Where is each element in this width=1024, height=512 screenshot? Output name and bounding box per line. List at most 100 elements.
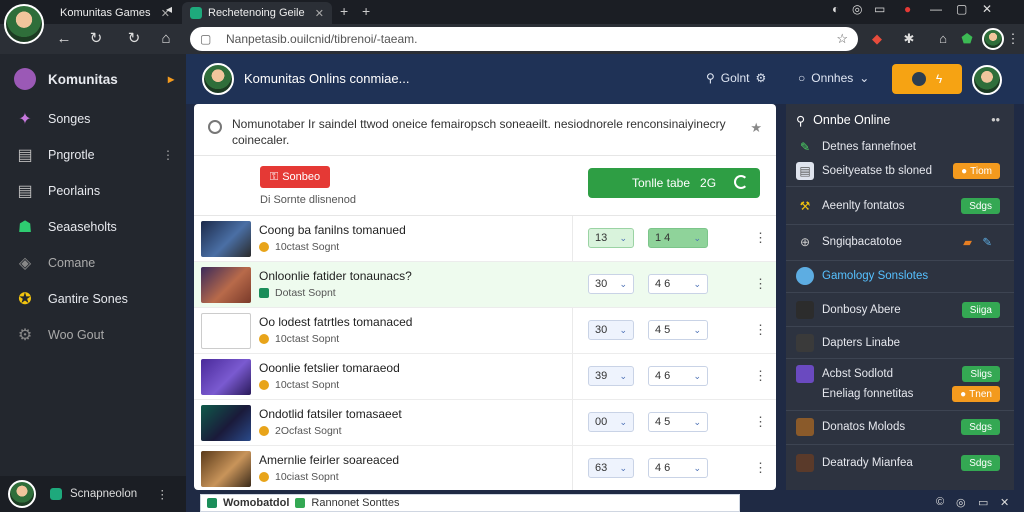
row-more-icon[interactable]: ⋮: [754, 230, 767, 246]
row-title[interactable]: Amernlie feirler soareaced: [259, 453, 399, 467]
count-select[interactable]: 30 ⌄: [588, 274, 634, 294]
status-badge[interactable]: Sdgs: [961, 455, 1000, 471]
shield-icon[interactable]: ⬟: [958, 30, 976, 48]
level-select[interactable]: 4 6 ⌄: [648, 274, 708, 294]
online-dropdown[interactable]: ○ Onnhes ⌄: [798, 71, 869, 85]
maximize-icon[interactable]: ▢: [956, 2, 967, 16]
row-more-icon[interactable]: ⋮: [754, 322, 767, 338]
pin-icon[interactable]: ⌂: [934, 30, 952, 48]
count-select[interactable]: 63 ⌄: [588, 458, 634, 478]
chevron-right-icon[interactable]: ▸: [168, 72, 174, 86]
minimize-icon[interactable]: —: [930, 2, 942, 16]
table-row[interactable]: Ondotlid fatsiler tomasaeet 2Ocfast Sogn…: [194, 400, 776, 446]
row-title[interactable]: Coong ba fanilns tomanued: [259, 223, 406, 237]
list-item[interactable]: Eneliag fonnetitas ● Tnen: [786, 384, 1014, 404]
reload-icon[interactable]: ↻: [124, 29, 144, 49]
sidebar-item-peorlains[interactable]: ▤ Peorlains: [0, 174, 186, 208]
row-title[interactable]: Onloonlie fatider tonaunacs?: [259, 269, 412, 283]
cast-icon[interactable]: ▭: [874, 2, 885, 16]
list-item[interactable]: ⊕ Sngiqbacatotoe ▰ ✎: [786, 230, 1014, 254]
table-row[interactable]: Amernlie feirler soareaced 10ciast Sopnt…: [194, 446, 776, 490]
search-icon[interactable]: ⚲: [796, 113, 805, 128]
wrench-icon[interactable]: ✎: [982, 235, 992, 249]
list-item-link[interactable]: Gamology Sonslotes: [786, 264, 1014, 288]
account-avatar[interactable]: [982, 28, 1004, 50]
search-button[interactable]: ⚲ Golnt ⚙: [706, 71, 766, 85]
footer-label[interactable]: Scnapneolon: [70, 488, 137, 500]
record-icon[interactable]: ●: [904, 2, 911, 16]
item-label[interactable]: Gamology Sonslotes: [822, 270, 928, 282]
tab-komunitas-games[interactable]: Komunitas Games ✕: [52, 2, 178, 24]
sidebar-item-seaaseholts[interactable]: ☗ Seaaseholts: [0, 210, 186, 244]
table-row[interactable]: Oo lodest fatrtles tomanaced 10ctast Sop…: [194, 308, 776, 354]
new-tab-plus-icon[interactable]: +: [340, 3, 348, 19]
community-avatar[interactable]: [202, 63, 234, 95]
more-vertical-icon[interactable]: ⋮: [162, 148, 174, 162]
row-more-icon[interactable]: ⋮: [754, 368, 767, 384]
count-select[interactable]: 00 ⌄: [588, 412, 634, 432]
count-select[interactable]: 39 ⌄: [588, 366, 634, 386]
help-icon[interactable]: ◎: [956, 496, 966, 509]
list-item[interactable]: Donatos Molods Sdgs: [786, 416, 1014, 438]
user-avatar[interactable]: [8, 480, 36, 508]
level-select[interactable]: 1 4 ⌄: [648, 228, 708, 248]
close-window-icon[interactable]: ✕: [982, 2, 992, 16]
level-select[interactable]: 4 5 ⌄: [648, 320, 708, 340]
more-horizontal-icon[interactable]: ••: [991, 113, 1000, 127]
pin-star-icon[interactable]: ★: [750, 120, 762, 136]
add-tab-plus-icon[interactable]: +: [362, 3, 370, 19]
site-info-icon[interactable]: ▢: [200, 32, 214, 46]
table-row[interactable]: Onloonlie fatider tonaunacs? Dotast Sopn…: [194, 262, 776, 308]
table-row[interactable]: Ooonlie fetslier tomaraeod 10ctast Sopnt…: [194, 354, 776, 400]
home-icon[interactable]: ⌂: [156, 29, 176, 49]
menu-kebab-icon[interactable]: ⋮: [1004, 30, 1022, 48]
url-text[interactable]: Nanpetasib.ouilcnid/tibrenoi/-taeam.: [226, 32, 836, 46]
sidebar-item-comane[interactable]: ◈ Comane: [0, 246, 186, 280]
close-icon[interactable]: ✕: [315, 7, 324, 20]
row-title[interactable]: Oo lodest fatrtles tomanaced: [259, 315, 412, 329]
reload-icon[interactable]: ↻: [86, 29, 106, 49]
list-item[interactable]: Donbosy Abere Siiga: [786, 298, 1014, 322]
count-select[interactable]: 30 ⌄: [588, 320, 634, 340]
green-action-button[interactable]: Tonlle tabe 2G: [588, 168, 760, 198]
table-row[interactable]: Coong ba fanilns tomanued 10ctast Sognt …: [194, 216, 776, 262]
orange-action-button[interactable]: ϟ: [892, 64, 962, 94]
list-item[interactable]: Deatrady Mianfea Sdgs: [786, 452, 1014, 474]
sidebar-header-komunitas[interactable]: Komunitas ▸: [0, 62, 186, 96]
level-select[interactable]: 4 5 ⌄: [648, 412, 708, 432]
row-title[interactable]: Ondotlid fatsiler tomasaeet: [259, 407, 402, 421]
header-user-avatar[interactable]: [972, 65, 1002, 95]
profile-avatar[interactable]: [4, 4, 44, 44]
tab-active[interactable]: Rechetenoing Geile ✕: [182, 2, 332, 24]
settings-circle-icon[interactable]: ◎: [852, 2, 862, 16]
address-bar[interactable]: ▢ Nanpetasib.ouilcnid/tibrenoi/-taeam. ☆: [190, 27, 858, 51]
sidebar-item-pngrotle[interactable]: ▤ Pngrotle ⋮: [0, 138, 186, 172]
status-badge[interactable]: Sdgs: [961, 198, 1000, 214]
sidebar-item-woo-gout[interactable]: ⚙ Woo Gout: [0, 318, 186, 352]
status-badge[interactable]: ● Tiom: [953, 163, 1000, 179]
list-item[interactable]: ✎ Detnes fannefnoet: [786, 136, 1014, 158]
more-vertical-icon[interactable]: ⋮: [157, 487, 169, 501]
status-badge[interactable]: Sdgs: [961, 419, 1000, 435]
media-icon[interactable]: ◐: [832, 2, 839, 16]
row-more-icon[interactable]: ⋮: [754, 460, 767, 476]
sidebar-item-gantire-sones[interactable]: ✪ Gantire Sones: [0, 282, 186, 316]
count-select[interactable]: 13 ⌄: [588, 228, 634, 248]
extension-icon[interactable]: ◆: [868, 30, 886, 48]
bookmark-star-icon[interactable]: ☆: [836, 31, 848, 47]
tab-back-arrow-icon[interactable]: ◂: [166, 2, 172, 16]
folder-icon[interactable]: ▰: [963, 235, 972, 249]
status-badge[interactable]: Siiga: [961, 302, 1000, 318]
close-icon[interactable]: ✕: [1000, 496, 1009, 509]
fullscreen-icon[interactable]: ▭: [978, 496, 988, 509]
level-select[interactable]: 4 6 ⌄: [648, 366, 708, 386]
row-more-icon[interactable]: ⋮: [754, 276, 767, 292]
list-item[interactable]: ⚒ Aeenlty fontatos Sdgs: [786, 194, 1014, 218]
list-item[interactable]: Acbst Sodlotd Sligs: [786, 364, 1014, 384]
level-select[interactable]: 4 6 ⌄: [648, 458, 708, 478]
back-arrow-icon[interactable]: ←: [54, 29, 74, 49]
list-item[interactable]: Dapters Linabe: [786, 332, 1014, 354]
puzzle-icon[interactable]: ✱: [900, 30, 918, 48]
list-item[interactable]: ▤ Soeityeatse tb sloned ● Tiom: [786, 160, 1014, 182]
row-title[interactable]: Ooonlie fetslier tomaraeod: [259, 361, 400, 375]
